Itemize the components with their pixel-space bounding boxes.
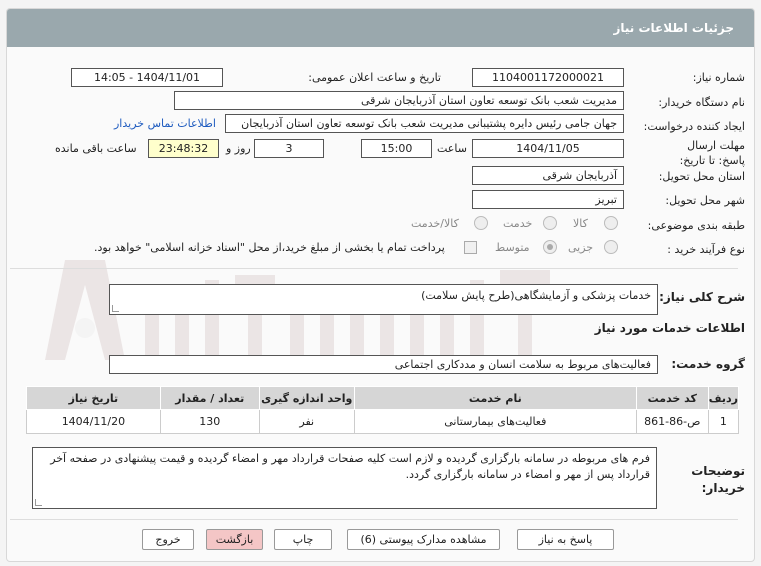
deadline-date-field: 1404/11/05 [472,139,624,158]
deadline-time-label: ساعت [437,142,467,155]
purchase-type-label: نوع فرآیند خرید : [667,243,745,256]
buyer-notes-field[interactable]: فرم های مربوطه در سامانه بارگزاری گردیده… [32,447,657,509]
buyer-org-field: مدیریت شعب بانک توسعه تعاون استان آذربای… [174,91,624,110]
buyer-org-label: نام دستگاه خریدار: [658,96,745,109]
requester-field: جهان جامی رئیس دایره پشتیبانی مدیریت شعب… [225,114,624,133]
category-label: طبقه بندی موضوعی: [647,219,745,232]
purchase-medium-label: متوسط [495,241,530,254]
panel-header: جزئیات اطلاعات نیاز [7,9,754,47]
deadline-time-field: 15:00 [361,139,432,158]
announce-datetime-field: 1404/11/01 - 14:05 [71,68,223,87]
services-table: ردیف کد خدمت نام خدمت واحد اندازه گیری ت… [26,386,740,434]
buyer-contact-link[interactable]: اطلاعات تماس خریدار [114,117,216,130]
purchase-medium-radio[interactable] [543,240,557,254]
city-label: شهر محل تحویل: [665,194,745,207]
category-goods-radio[interactable] [604,216,618,230]
cell-service-code: ص-86-861 [635,409,709,434]
col-need-date: تاریخ نیاز [26,386,161,410]
treasury-payment-note: پرداخت تمام یا بخشی از مبلغ خرید،از محل … [94,241,445,254]
panel-title: جزئیات اطلاعات نیاز [613,21,734,35]
col-service-code: کد خدمت [635,386,709,410]
need-description-field[interactable]: خدمات پزشکی و آزمایشگاهی(طرح پایش سلامت) [109,284,658,315]
exit-button[interactable]: خروج [142,529,194,550]
col-service-name: نام خدمت [353,386,637,410]
col-row-number: ردیف [707,386,740,410]
table-row: 1 ص-86-861 فعالیت‌های بیمارستانی نفر 130… [26,409,740,434]
announce-label: تاریخ و ساعت اعلان عمومی: [308,71,441,84]
col-quantity: تعداد / مقدار [159,386,260,410]
purchase-minor-radio[interactable] [604,240,618,254]
cell-service-name: فعالیت‌های بیمارستانی [353,409,637,434]
category-service-radio[interactable] [543,216,557,230]
category-goods-service-radio[interactable] [474,216,488,230]
city-field: تبریز [472,190,624,209]
service-group-label: گروه خدمت: [671,357,745,371]
category-goods-service-label: کالا/خدمت [411,217,459,230]
category-goods-label: کالا [573,217,588,230]
province-field: آذربایجان شرقی [472,166,624,185]
time-remaining-label: ساعت باقی مانده [55,142,137,155]
need-number-label: شماره نیاز: [692,71,745,84]
service-group-field: فعالیت‌های مربوط به سلامت انسان و مددکار… [109,355,658,374]
print-button[interactable]: چاپ [274,529,332,550]
buyer-notes-text: فرم های مربوطه در سامانه بارگزاری گردیده… [50,452,650,481]
days-remaining-field: 3 [254,139,324,158]
footer-divider [10,519,738,520]
days-label: روز و [226,142,251,155]
treasury-payment-checkbox[interactable] [464,241,477,254]
resize-handle[interactable] [35,499,42,506]
table-header-row: ردیف کد خدمت نام خدمت واحد اندازه گیری ت… [26,386,740,410]
purchase-minor-label: جزیی [568,241,594,254]
time-remaining-field: 23:48:32 [148,139,219,158]
cell-need-date: 1404/11/20 [26,409,161,434]
view-attachments-button[interactable]: مشاهده مدارک پیوستی (6) [347,529,500,550]
need-description-label: شرح کلی نیاز: [659,290,745,304]
reply-to-need-button[interactable]: پاسخ به نیاز [517,529,614,550]
cell-row-number: 1 [707,409,740,434]
category-service-label: خدمت [503,217,533,230]
cell-unit: نفر [258,409,355,434]
deadline-label: مهلت ارسال پاسخ: تا تاریخ: [679,139,745,167]
resize-handle[interactable] [112,305,119,312]
need-description-text: خدمات پزشکی و آزمایشگاهی(طرح پایش سلامت) [421,289,651,302]
need-number-field: 1104001172000021 [472,68,624,87]
requester-label: ایجاد کننده درخواست: [643,120,745,133]
services-section-title: اطلاعات خدمات مورد نیاز [594,321,745,335]
province-label: استان محل تحویل: [658,170,745,183]
back-button[interactable]: بازگشت [206,529,263,550]
cell-quantity: 130 [159,409,260,434]
buyer-notes-label: توضیحات خریدار: [691,464,745,495]
section-divider [10,268,738,269]
col-unit: واحد اندازه گیری [258,386,355,410]
